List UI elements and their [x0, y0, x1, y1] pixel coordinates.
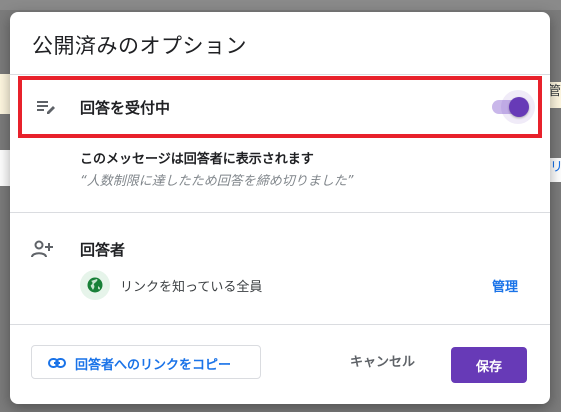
background-panel [0, 74, 10, 114]
copy-responder-link-button[interactable]: 回答者へのリンクをコピー [31, 345, 261, 379]
link-access-label: リンクを知っている全員 [120, 280, 263, 295]
divider [10, 212, 550, 213]
toggle-thumb[interactable] [509, 97, 529, 117]
person-add-icon [30, 237, 54, 261]
edit-list-icon [34, 95, 58, 119]
closed-message-heading: このメッセージは回答者に表示されます [80, 152, 314, 167]
copy-link-label: 回答者へのリンクをコピー [75, 358, 232, 373]
globe-icon [80, 270, 110, 300]
divider [10, 324, 550, 325]
background-panel [0, 150, 10, 186]
backdrop [0, 0, 561, 10]
save-button[interactable]: 保存 [451, 347, 527, 383]
published-options-dialog: 公開済みのオプション 回答を受付中 このメッセージは回答者に表示されます “人数… [10, 12, 550, 404]
divider [10, 74, 550, 75]
responders-label: 回答者 [80, 241, 126, 259]
accepting-responses-label: 回答を受付中 [80, 99, 171, 117]
background-text: リ [549, 158, 561, 182]
link-icon [48, 358, 66, 368]
manage-link[interactable]: 管理 [492, 276, 518, 295]
closed-message-text[interactable]: “人数制限に達したため回答を締め切りました” [80, 170, 353, 189]
dialog-title: 公開済みのオプション [32, 34, 247, 58]
cancel-button[interactable]: キャンセル [350, 351, 415, 370]
accepting-responses-row: 回答を受付中 [18, 76, 542, 138]
accepting-responses-toggle[interactable] [488, 90, 535, 124]
